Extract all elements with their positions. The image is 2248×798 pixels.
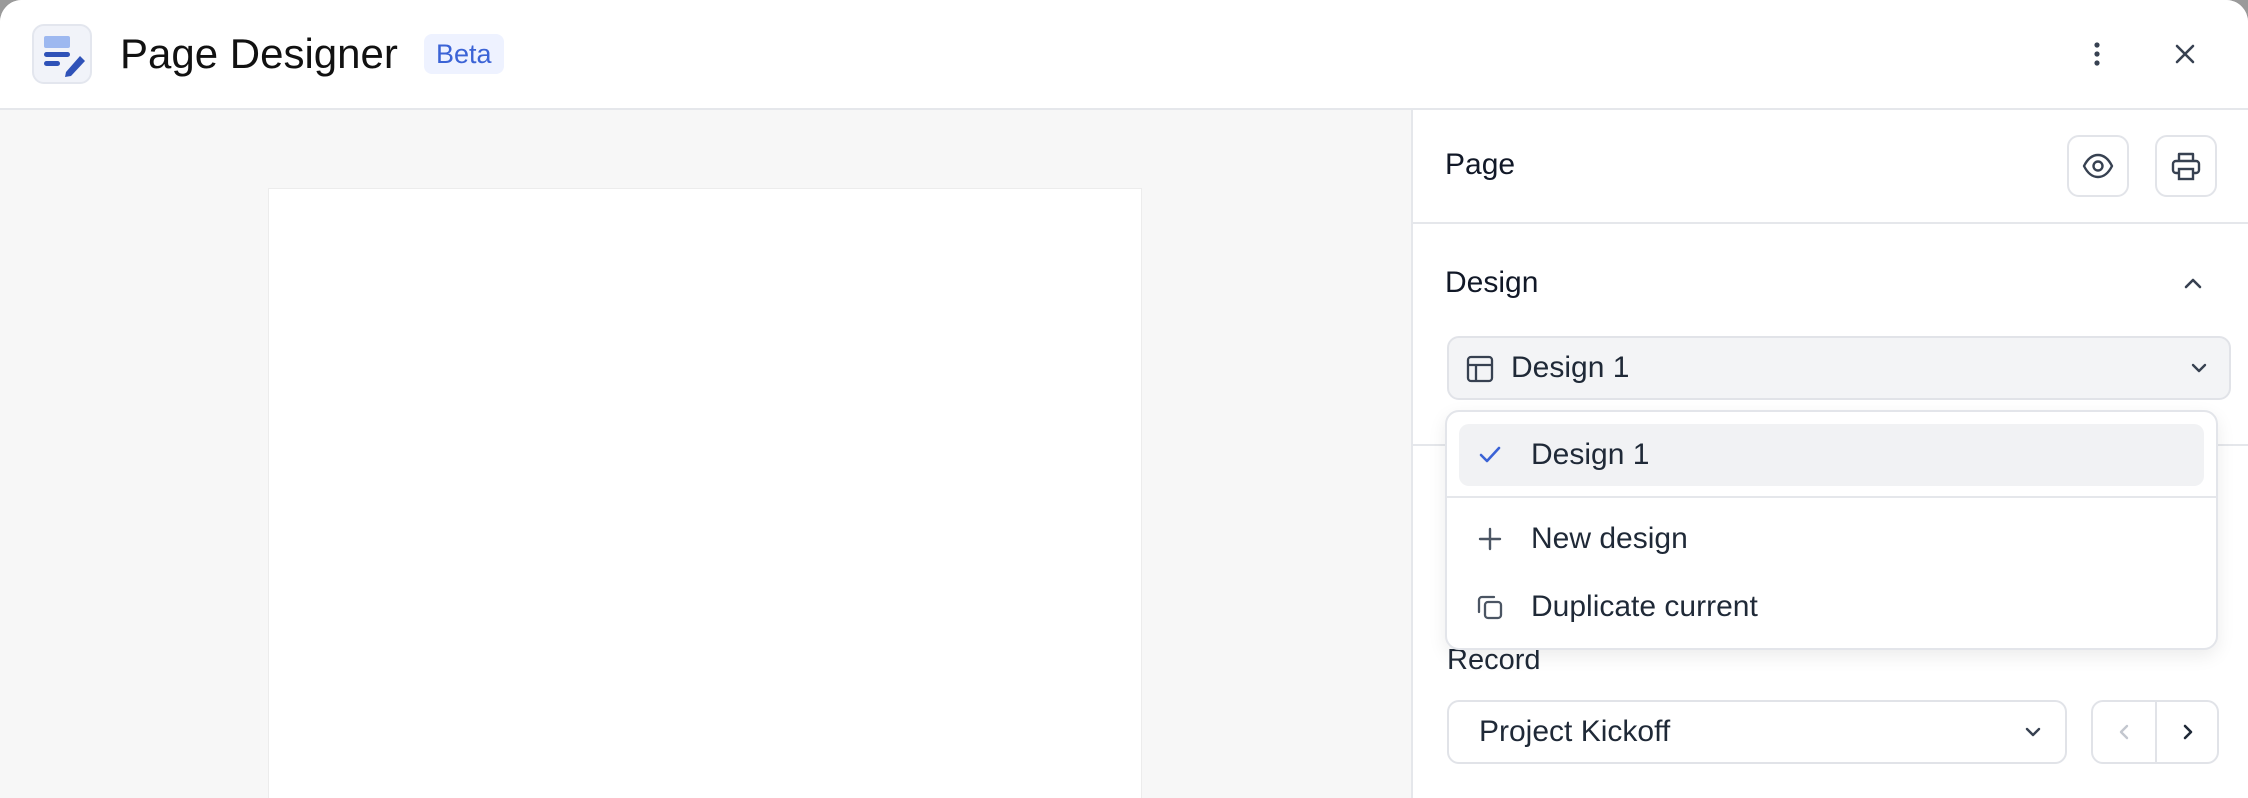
page-preview[interactable] [269,189,1141,798]
plus-icon [1478,527,1502,551]
design-canvas[interactable] [0,110,1411,798]
dropdown-item-design-1[interactable]: Design 1 [1459,424,2204,486]
check-icon [1479,446,1501,463]
next-record-button[interactable] [2157,702,2217,762]
more-vertical-icon [2094,42,2100,66]
dropdown-item-label: New design [1531,522,1688,555]
design-dropdown-menu: Design 1 New design Duplicate current [1445,410,2218,650]
chevron-down-icon [2191,363,2207,373]
layout-icon [1466,355,1494,383]
dropdown-item-label: Duplicate current [1531,590,1758,623]
close-icon [2175,44,2195,64]
eye-icon [2082,153,2114,179]
printer-icon [2171,152,2201,181]
beta-badge: Beta [424,34,504,74]
dropdown-item-duplicate-current[interactable]: Duplicate current [1459,576,2204,638]
page-row: Page [1413,110,2248,224]
page-designer-modal: Page Designer Beta Page Design Design 1 … [0,0,2248,798]
dropdown-item-label: Design 1 [1531,438,1650,471]
chevron-right-icon [2183,724,2193,740]
record-select[interactable]: Project Kickoff [1447,700,2067,764]
page-title: Page Designer [120,30,398,77]
print-button[interactable] [2155,135,2217,197]
previous-record-button[interactable] [2093,702,2155,762]
close-button[interactable] [2161,30,2209,78]
more-options-button[interactable] [2073,30,2121,78]
chevron-up-icon [2184,278,2202,289]
design-select[interactable]: Design 1 [1447,336,2231,400]
dropdown-divider [1447,496,2216,498]
collapse-design-button[interactable] [2173,264,2213,304]
chevron-down-icon [2025,727,2041,737]
copy-icon [1477,595,1503,620]
design-section-title: Design [1445,266,1539,299]
chevron-left-icon [2119,724,2129,740]
modal-header: Page Designer Beta [0,0,2248,110]
record-navigation [2091,700,2219,764]
selected-record-value: Project Kickoff [1479,715,1671,748]
page-label: Page [1445,148,1516,181]
preview-button[interactable] [2067,135,2129,197]
dropdown-item-new-design[interactable]: New design [1459,508,2204,570]
page-designer-icon [32,24,92,84]
selected-design-value: Design 1 [1511,351,1630,384]
